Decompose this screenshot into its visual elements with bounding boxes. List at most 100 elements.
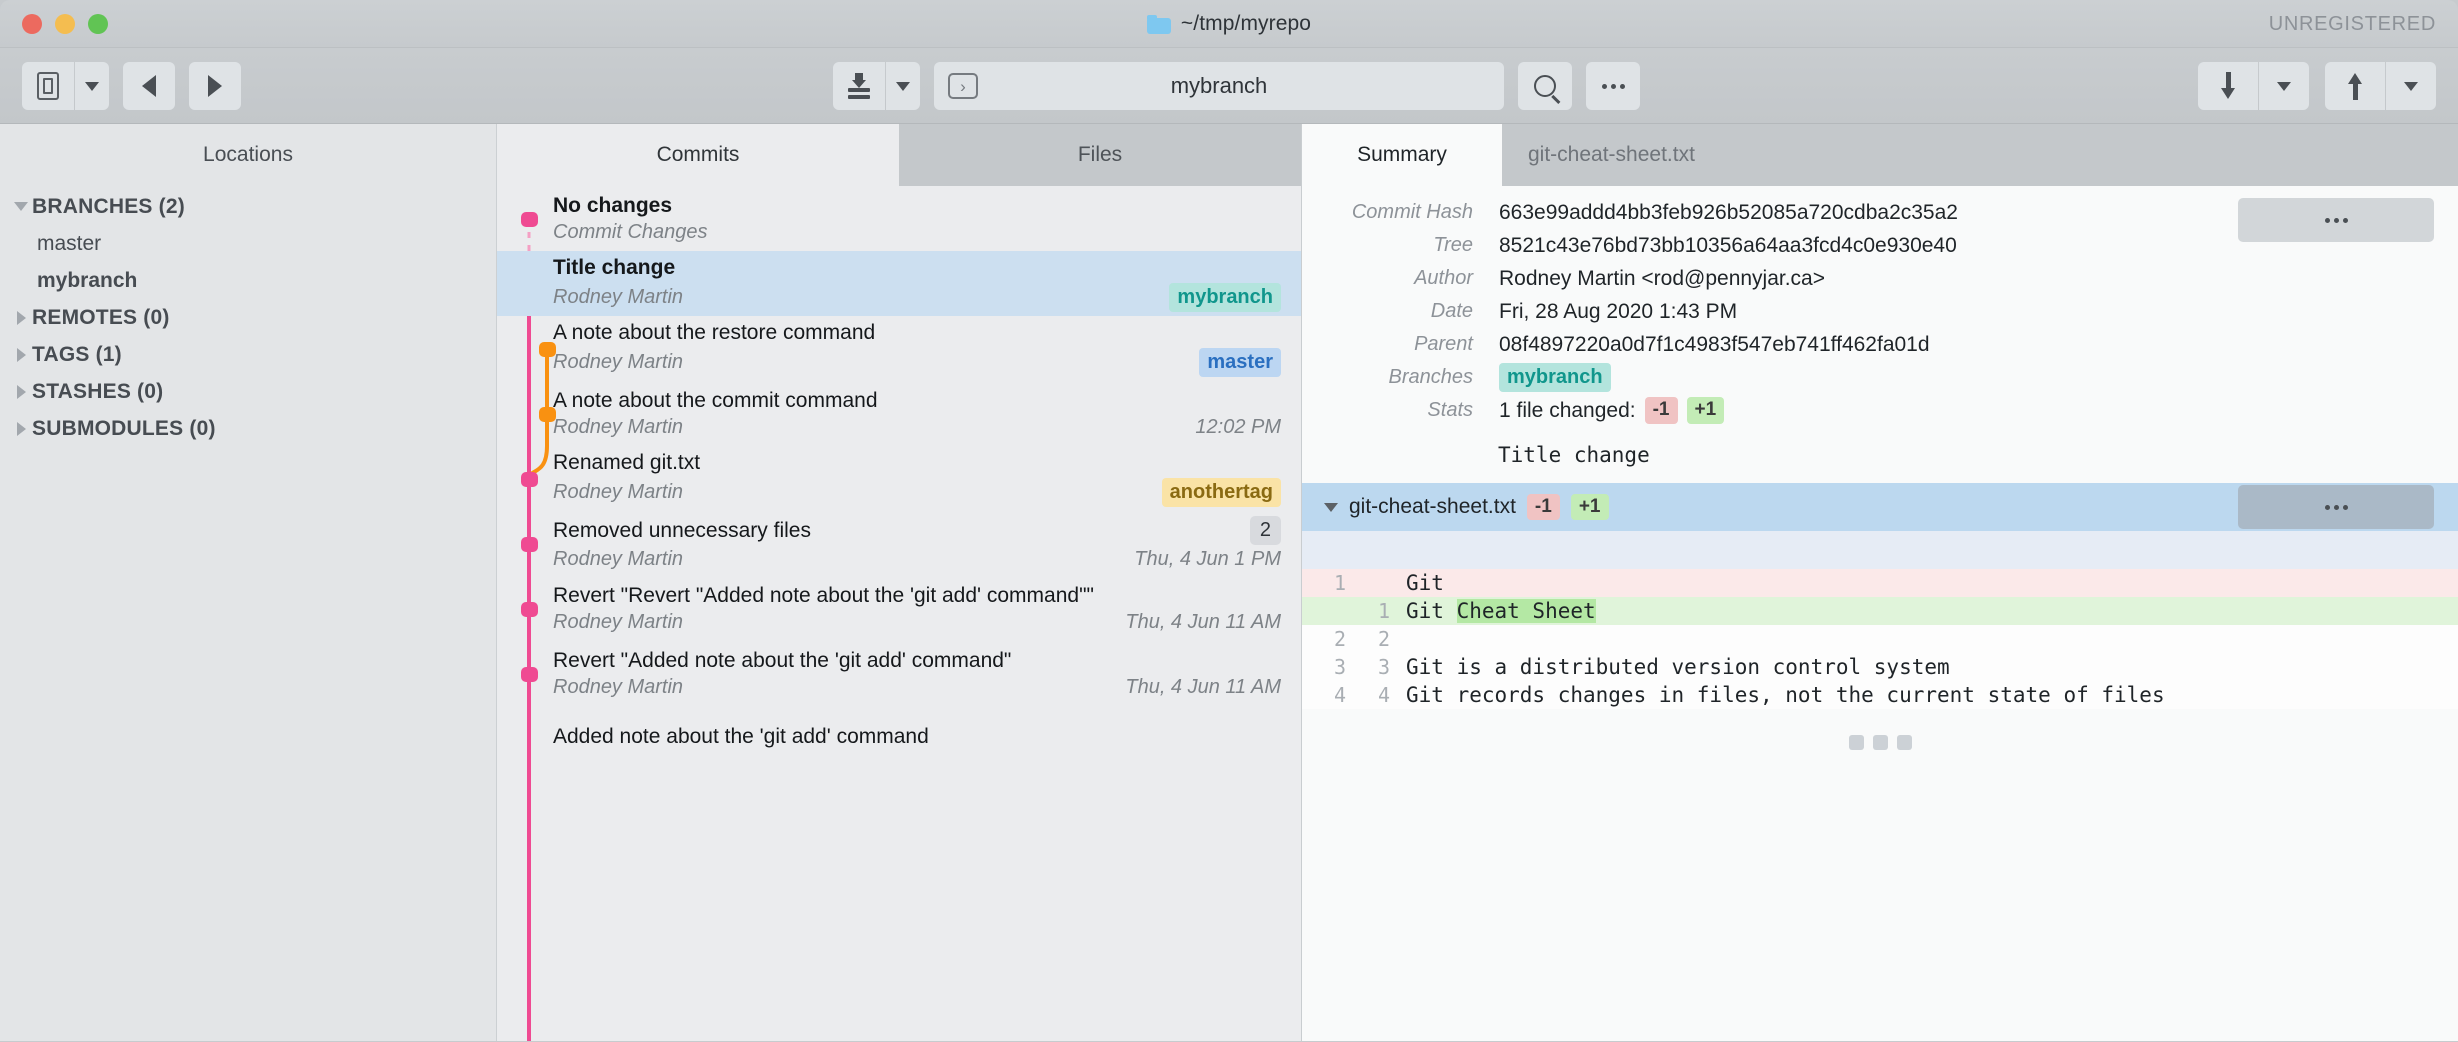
commit-row[interactable]: Title change Rodney Martin mybranch: [497, 251, 1301, 316]
file-diff-header[interactable]: git-cheat-sheet.txt -1 +1: [1302, 483, 2458, 531]
sidebar-item-master[interactable]: master: [0, 225, 496, 262]
diff-view: 1 Git 1 Git Cheat Sheet 2 2 3 3 Git is a distrib…: [1302, 569, 2458, 709]
folder-icon: [1146, 14, 1171, 34]
commit-metadata: Commit Hash 663e99addd4bb3feb926b52085a72…: [1302, 186, 2458, 427]
branch-search-value: mybranch: [1170, 73, 1268, 98]
commit-actions-button[interactable]: [2238, 198, 2434, 242]
commit-row[interactable]: No changes Commit Changes: [497, 186, 1301, 251]
pull-button[interactable]: [833, 62, 885, 110]
search-button[interactable]: [1518, 62, 1572, 110]
pull-options-button[interactable]: [886, 62, 920, 110]
commit-row-right: Thu, 4 Jun 11 AM: [1125, 676, 1281, 699]
sidebar-item-mybranch[interactable]: mybranch: [0, 262, 496, 299]
forward-button[interactable]: [189, 62, 241, 110]
sidebar-toggle-button[interactable]: [22, 62, 74, 110]
push-options-button[interactable]: [2386, 62, 2436, 110]
meta-value-branches: mybranch: [1499, 363, 1611, 392]
tab-commits[interactable]: Commits: [497, 124, 899, 186]
chevron-down-icon: [896, 81, 910, 91]
diff-line: 22: [1302, 625, 2458, 653]
fetch-options-button[interactable]: [2259, 62, 2309, 110]
commit-author: Rodney Martin: [553, 285, 684, 308]
commit-row[interactable]: Revert "Added note about the 'git add' c…: [497, 641, 1301, 706]
window-title: ~/tmp/myrepo: [0, 0, 2458, 48]
sidebar-item-remotes-0[interactable]: REMOTES (0): [0, 299, 496, 336]
pull-group: [833, 62, 920, 110]
disclosure-right-icon[interactable]: [10, 421, 32, 436]
commits-tabbar: Commits Files: [497, 124, 1301, 186]
commit-row[interactable]: Added note about the 'git add' command: [497, 706, 1301, 771]
meta-key: Author: [1414, 267, 1473, 289]
fetch-button[interactable]: [2198, 62, 2258, 110]
diff-line: 4 4 Git records changes in files, not the …: [1302, 681, 2458, 709]
commit-row[interactable]: Revert "Revert "Added note about the 'gi…: [497, 576, 1301, 641]
toolbar-center-group: › mybranch: [833, 62, 1640, 110]
three-squares-icon[interactable]: [1302, 709, 2458, 750]
toolbar-right-group: [2198, 62, 2436, 110]
branch-chip[interactable]: mybranch: [1499, 363, 1611, 392]
tag-chip[interactable]: anothertag: [1161, 477, 1281, 507]
commit-author: Rodney Martin: [553, 675, 684, 698]
meta-row-stats: Stats 1 file changed: -1 +1: [1302, 394, 2458, 427]
branch-search-field[interactable]: › mybranch: [934, 62, 1504, 110]
commit-subject: A note about the restore command: [553, 320, 876, 344]
diff-word-highlight: Cheat Sheet: [1456, 599, 1596, 623]
commit-row[interactable]: Renamed git.txt Rodney Martin anothertag: [497, 446, 1301, 511]
diff-new-line-number: 2: [1377, 627, 1390, 651]
search-icon: [1534, 75, 1556, 97]
commit-subject: A note about the commit command: [553, 388, 878, 412]
commit-subject: Added note about the 'git add' command: [553, 725, 929, 748]
disclosure-right-icon[interactable]: [10, 310, 32, 325]
toolbar: › mybranch: [0, 48, 2458, 124]
more-horizontal-icon: [1601, 83, 1625, 89]
meta-key: Parent: [1414, 333, 1473, 355]
file-actions-button[interactable]: [2238, 485, 2434, 529]
sidebar-options-button[interactable]: [75, 62, 109, 110]
commit-date: Thu, 4 Jun 11 AM: [1125, 675, 1281, 698]
branch-chip[interactable]: master: [1199, 347, 1281, 377]
commit-row[interactable]: A note about the commit command Rodney Ma…: [497, 381, 1301, 446]
diff-line-base-text: Git: [1406, 599, 1457, 623]
commit-author: Rodney Martin: [553, 610, 684, 633]
locations-sidebar: Locations BRANCHES (2) master mybranch REMO…: [0, 124, 497, 1041]
meta-key: Date: [1430, 300, 1473, 322]
toolbar-left-group: [22, 62, 241, 110]
commit-date: Thu, 4 Jun 1 PM: [1134, 548, 1281, 570]
sidebar-item-label: TAGS (1): [32, 342, 122, 366]
commit-subject: Removed unnecessary files: [553, 518, 811, 542]
commit-message: Title change: [1498, 443, 1650, 467]
commit-row[interactable]: Removed unnecessary files 2 Rodney Martin T…: [497, 511, 1301, 576]
disclosure-down-icon[interactable]: [10, 202, 32, 211]
disclosure-right-icon[interactable]: [10, 384, 32, 399]
meta-value-stats: 1 file changed: -1 +1: [1499, 397, 1725, 424]
back-button[interactable]: [123, 62, 175, 110]
sidebar-item-stashes-0[interactable]: STASHES (0): [0, 373, 496, 410]
tab-file-git-cheat-sheet[interactable]: git-cheat-sheet.txt: [1502, 124, 1721, 186]
commit-subject: Revert "Revert "Added note about the 'gi…: [553, 583, 1094, 607]
meta-key: Commit Hash: [1351, 201, 1473, 223]
toolbar-more-button[interactable]: [1586, 62, 1640, 110]
chevron-down-icon: [2404, 81, 2418, 91]
chevron-down-icon[interactable]: [1324, 502, 1338, 512]
branch-chip[interactable]: mybranch: [1169, 282, 1281, 312]
commit-row-right: 12:02 PM: [1195, 416, 1281, 439]
meta-row-author: Author Rodney Martin <rod@pennyjar.ca>: [1302, 262, 2458, 295]
meta-value: 8521c43e76bd73bb10356a64aa3fcd4c0e930e40: [1499, 233, 1957, 257]
push-button[interactable]: [2325, 62, 2385, 110]
diff-old-line-number: 1: [1333, 571, 1346, 595]
meta-row-parent: Parent 08f4897220a0d7f1c4983f547eb741ff46…: [1302, 328, 2458, 361]
commit-row-right: anothertag: [1161, 477, 1281, 507]
sidebar-item-submodules-0[interactable]: SUBMODULES (0): [0, 410, 496, 447]
commit-author: Rodney Martin: [553, 350, 684, 373]
commit-row[interactable]: A note about the restore command Rodney M…: [497, 316, 1301, 381]
sidebar-item-branches-2[interactable]: BRANCHES (2): [0, 188, 496, 225]
tab-files[interactable]: Files: [899, 124, 1301, 186]
file-deletions: -1: [1526, 493, 1560, 521]
diff-new-line-number: 4: [1377, 683, 1390, 707]
tab-summary[interactable]: Summary: [1302, 124, 1502, 186]
detail-tabbar-filler: [1720, 124, 2458, 186]
diff-line-base-text: Git records changes in files, not the cu…: [1406, 683, 2165, 707]
disclosure-right-icon[interactable]: [10, 347, 32, 362]
back-arrow-icon: [142, 75, 156, 97]
sidebar-item-tags-1[interactable]: TAGS (1): [0, 336, 496, 373]
